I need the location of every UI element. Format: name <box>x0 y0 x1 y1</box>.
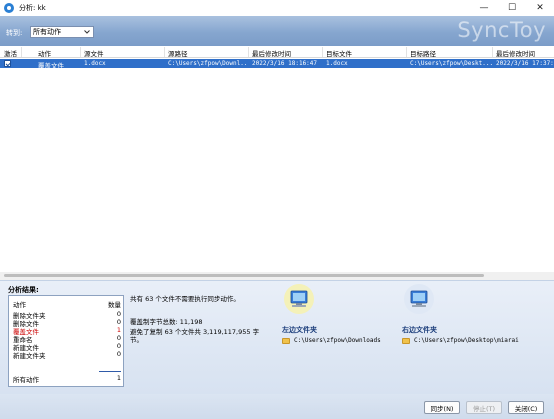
row-action: 覆盖文件 <box>38 62 64 70</box>
stat-count: 0 <box>116 334 121 342</box>
column-header-source-file[interactable]: 源文件 <box>84 48 104 58</box>
column-header-target-modified[interactable]: 最后修改时间 <box>496 48 535 58</box>
column-header-target-path[interactable]: 目标路径 <box>410 48 436 58</box>
goto-label: 转到: <box>6 29 23 37</box>
column-separator[interactable] <box>248 47 249 57</box>
avoided-copy-message-cont: 节。 <box>130 336 143 344</box>
window-title: 分析: kk <box>19 4 46 12</box>
row-target-path: C:\Users\zfpow\Deskt... <box>410 60 492 67</box>
row-target-file: 1.docx <box>326 60 348 67</box>
right-folder-path-row[interactable]: C:\Users\zfpow\Desktop\miarai <box>402 337 519 344</box>
stat-row-highlighted: 覆盖文件 1 <box>13 326 121 336</box>
chevron-down-icon <box>84 30 90 34</box>
total-divider <box>99 371 121 372</box>
row-source-path: C:\Users\zfpow\Downl... <box>168 60 246 67</box>
right-folder-path: C:\Users\zfpow\Desktop\miarai <box>414 337 519 344</box>
stat-row: 删除文件 0 <box>13 318 121 328</box>
stat-count: 0 <box>116 310 121 318</box>
horizontal-scrollbar[interactable] <box>0 272 554 280</box>
row-source-modified: 2022/3/16 18:16:47 <box>252 60 318 67</box>
total-label: 所有动作 <box>13 376 39 384</box>
table-header: 激活 动作 源文件 源路径 最后修改时间 目标文件 目标路径 最后修改时间 <box>0 46 554 58</box>
column-header-source-path[interactable]: 源路径 <box>168 48 188 58</box>
stats-header-count: 数量 <box>108 301 121 309</box>
row-target-modified: 2022/3/16 17:37:5 <box>496 60 554 67</box>
stat-row: 新建文件夹 0 <box>13 350 121 360</box>
bytes-total-message: 覆盖制字节总数: 11,198 <box>130 318 203 326</box>
column-header-source-modified[interactable]: 最后修改时间 <box>252 48 291 58</box>
preview-table: 激活 动作 源文件 源路径 最后修改时间 目标文件 目标路径 最后修改时间 覆盖… <box>0 46 554 280</box>
stats-header-action: 动作 <box>13 301 26 309</box>
column-separator[interactable] <box>80 47 81 57</box>
goto-selected-value: 所有动作 <box>33 28 61 36</box>
results-panel: 分析结果: 动作 数量 删除文件夹 0 删除文件 0 覆盖文件 1 重命名 0 … <box>0 280 554 394</box>
synctoy-app-icon <box>4 3 14 13</box>
avoided-copy-message: 避免了复制 63 个文件共 3,119,117,955 字 <box>130 328 260 336</box>
close-button[interactable]: 关闭(C) <box>508 401 544 414</box>
folder-icon <box>402 337 410 344</box>
column-header-active[interactable]: 激活 <box>4 48 17 58</box>
left-folder-path: C:\Users\zfpow\Downloads <box>294 337 381 344</box>
stat-count: 0 <box>116 350 121 358</box>
computer-icon <box>284 284 314 314</box>
row-source-file: 1.docx <box>84 60 106 67</box>
header-band: 转到: 所有动作 SyncToy <box>0 16 554 46</box>
stat-row: 重命名 0 <box>13 334 121 344</box>
action-stats-box: 动作 数量 删除文件夹 0 删除文件 0 覆盖文件 1 重命名 0 新建文件 0… <box>8 295 124 387</box>
computer-icon <box>404 284 434 314</box>
column-separator[interactable] <box>21 47 22 57</box>
stat-label: 新建文件夹 <box>13 352 46 360</box>
results-title: 分析结果: <box>8 286 39 294</box>
goto-dropdown[interactable]: 所有动作 <box>30 26 94 38</box>
stat-row: 删除文件夹 0 <box>13 310 121 320</box>
window-controls: — ☐ ✕ <box>470 0 554 16</box>
left-folder-path-row[interactable]: C:\Users\zfpow\Downloads <box>282 337 381 344</box>
column-separator[interactable] <box>406 47 407 57</box>
left-folder-title: 左边文件夹 <box>282 326 317 334</box>
stat-count: 1 <box>116 326 121 334</box>
column-separator[interactable] <box>322 47 323 57</box>
row-active-checkbox[interactable] <box>4 60 11 67</box>
minimize-button[interactable]: — <box>470 0 498 16</box>
column-header-action[interactable]: 动作 <box>38 48 51 58</box>
maximize-button[interactable]: ☐ <box>498 0 526 16</box>
unchanged-files-message: 共有 63 个文件不需要执行同步动作。 <box>130 295 240 303</box>
folder-icon <box>282 337 290 344</box>
scrollbar-thumb[interactable] <box>4 274 484 277</box>
title-bar: 分析: kk — ☐ ✕ <box>0 0 554 16</box>
column-header-target-file[interactable]: 目标文件 <box>326 48 352 58</box>
right-folder-title: 右边文件夹 <box>402 326 437 334</box>
stat-row: 新建文件 0 <box>13 342 121 352</box>
sync-button[interactable]: 同步(N) <box>424 401 460 414</box>
column-separator[interactable] <box>492 47 493 57</box>
synctoy-logo: SyncToy <box>457 18 546 42</box>
stats-total-row: 所有动作 1 <box>13 374 121 384</box>
table-row[interactable]: 覆盖文件 1.docx C:\Users\zfpow\Downl... 2022… <box>0 59 554 70</box>
close-window-button[interactable]: ✕ <box>526 0 554 16</box>
column-separator[interactable] <box>164 47 165 57</box>
stats-header: 动作 数量 <box>13 299 121 309</box>
stop-button[interactable]: 停止(T) <box>466 401 502 414</box>
button-bar: 同步(N) 停止(T) 关闭(C) <box>0 394 554 419</box>
stat-count: 0 <box>116 318 121 326</box>
stat-count: 0 <box>116 342 121 350</box>
total-count: 1 <box>116 374 121 382</box>
